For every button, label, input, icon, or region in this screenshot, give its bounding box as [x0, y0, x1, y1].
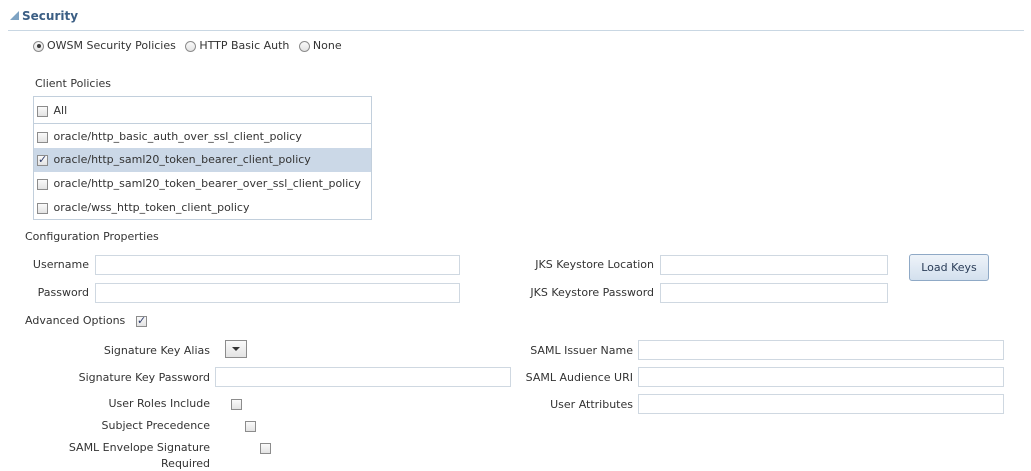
saml-envelope-signature-label: SAML Envelope Signature [68, 441, 210, 454]
signature-key-password-input[interactable] [215, 367, 511, 387]
policy-all-row[interactable]: All [34, 99, 371, 123]
none-radio-label[interactable]: None [313, 39, 342, 52]
user-roles-include-label: User Roles Include [108, 397, 210, 410]
policy-row[interactable]: oracle/http_saml20_token_bearer_over_ssl… [34, 172, 371, 196]
http-basic-auth-radio-label[interactable]: HTTP Basic Auth [199, 39, 289, 52]
policy-all-label: All [53, 104, 68, 117]
policy-label: oracle/http_basic_auth_over_ssl_client_p… [53, 130, 302, 143]
none-radio[interactable] [298, 40, 310, 52]
policy-row[interactable]: oracle/http_basic_auth_over_ssl_client_p… [34, 125, 371, 149]
auth-type-radio-group: OWSM Security Policies HTTP Basic Auth N… [33, 38, 348, 54]
saml-envelope-signature-checkbox[interactable] [259, 442, 271, 454]
jks-password-label: JKS Keystore Password [530, 286, 654, 299]
user-attributes-input[interactable] [638, 394, 1004, 414]
section-title: Security [22, 9, 79, 23]
advanced-options-checkbox[interactable] [136, 314, 147, 327]
owsm-radio[interactable] [33, 40, 44, 52]
user-attributes-label: User Attributes [550, 398, 633, 411]
policy-checkbox[interactable] [37, 178, 48, 190]
policy-row-selected[interactable]: oracle/http_saml20_token_bearer_client_p… [34, 148, 371, 172]
config-properties-heading: Configuration Properties [25, 230, 159, 243]
policy-checkbox[interactable] [37, 131, 48, 143]
collapse-triangle-icon[interactable] [10, 11, 19, 20]
saml-audience-uri-label: SAML Audience URI [525, 371, 633, 384]
policy-row[interactable]: oracle/wss_http_token_client_policy [34, 196, 371, 220]
signature-key-alias-label: Signature Key Alias [103, 344, 210, 357]
chevron-down-icon [232, 347, 240, 351]
owsm-radio-label[interactable]: OWSM Security Policies [47, 39, 176, 52]
saml-envelope-signature-label-line2: Required [161, 457, 210, 470]
signature-key-password-label: Signature Key Password [78, 371, 210, 384]
user-roles-include-checkbox[interactable] [230, 398, 242, 410]
client-policies-list: All oracle/http_basic_auth_over_ssl_clie… [33, 96, 372, 220]
signature-key-alias-select[interactable] [225, 340, 247, 358]
saml-issuer-name-label: SAML Issuer Name [530, 344, 633, 357]
jks-location-label: JKS Keystore Location [535, 258, 654, 271]
username-label: Username [32, 258, 89, 271]
policy-label: oracle/wss_http_token_client_policy [53, 201, 250, 214]
section-header [8, 6, 1024, 31]
client-policies-heading: Client Policies [35, 77, 112, 90]
load-keys-button[interactable]: Load Keys [909, 254, 989, 281]
password-input[interactable] [95, 283, 460, 303]
policy-all-checkbox[interactable] [37, 105, 48, 117]
http-basic-auth-radio[interactable] [185, 40, 197, 52]
policy-checkbox[interactable] [37, 202, 48, 214]
saml-audience-uri-input[interactable] [638, 367, 1004, 387]
jks-location-input[interactable] [660, 255, 888, 275]
saml-issuer-name-input[interactable] [638, 340, 1004, 360]
jks-password-input[interactable] [660, 283, 888, 303]
advanced-options-label: Advanced Options [25, 314, 126, 327]
policy-label: oracle/http_saml20_token_bearer_over_ssl… [53, 177, 361, 190]
subject-precedence-checkbox[interactable] [245, 420, 256, 432]
username-input[interactable] [95, 255, 460, 275]
subject-precedence-label: Subject Precedence [101, 419, 210, 432]
password-label: Password [37, 286, 89, 299]
policy-label: oracle/http_saml20_token_bearer_client_p… [53, 153, 311, 166]
policy-checkbox[interactable] [37, 153, 48, 166]
